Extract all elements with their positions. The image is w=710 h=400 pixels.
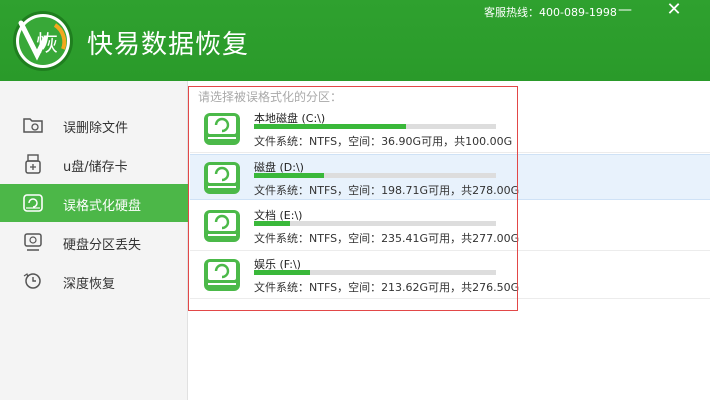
disk-partition-icon (24, 233, 42, 251)
close-button[interactable]: ✕ (661, 0, 687, 20)
title-bar: 恢 快易数据恢复 客服热线：400-089-1998 — ✕ (0, 0, 710, 81)
usage-bar (254, 124, 496, 129)
partition-item-c[interactable]: 本地磁盘 (C:\) 文件系统：NTFS，空间：36.90G可用，共100.00… (190, 106, 710, 152)
partition-item-f[interactable]: 娱乐 (F:\) 文件系统：NTFS，空间：213.62G可用，共276.50G (190, 252, 710, 298)
partition-info: 文件系统：NTFS，空间：198.71G可用，共278.00G (254, 184, 520, 197)
minimize-button[interactable]: — (612, 0, 638, 20)
sidebar-item-label: 硬盘分区丢失 (63, 238, 142, 253)
logo-char: 恢 (36, 32, 58, 57)
usage-bar-fill (254, 270, 310, 275)
hard-disk-icon (204, 162, 240, 194)
partition-item-d[interactable]: 磁盘 (D:\) 文件系统：NTFS，空间：198.71G可用，共278.00G (190, 154, 710, 200)
hard-disk-refresh-icon (23, 194, 43, 212)
divider (190, 152, 710, 153)
sidebar-item-formatted-disk[interactable]: 误格式化硬盘 (0, 184, 188, 222)
partition-info: 文件系统：NTFS，空间：235.41G可用，共277.00G (254, 232, 520, 245)
divider (190, 298, 710, 299)
sidebar-item-label: 误删除文件 (63, 121, 129, 136)
partition-info: 文件系统：NTFS，空间：36.90G可用，共100.00G (254, 135, 513, 148)
sidebar: 误删除文件 u盘/储存卡 误格式化硬盘 硬盘分区丢失 深度恢复 (0, 81, 188, 400)
app-title: 快易数据恢复 (87, 30, 250, 60)
partition-info: 文件系统：NTFS，空间：213.62G可用，共276.50G (254, 281, 520, 294)
usage-bar-fill (254, 173, 325, 178)
sidebar-item-label: 深度恢复 (63, 277, 116, 292)
sidebar-item-partition-lost[interactable]: 硬盘分区丢失 (0, 223, 188, 261)
hard-disk-icon (204, 210, 240, 242)
hard-disk-icon (204, 259, 240, 291)
app-logo-icon: 恢 (13, 11, 73, 71)
sidebar-item-usb[interactable]: u盘/储存卡 (0, 145, 188, 183)
hard-disk-icon (204, 113, 240, 145)
usb-drive-icon (25, 154, 41, 174)
divider (190, 250, 710, 251)
select-partition-prompt: 请选择被误格式化的分区： (198, 90, 343, 104)
sidebar-item-label: 误格式化硬盘 (63, 199, 142, 214)
usage-bar-fill (254, 221, 291, 226)
usage-bar (254, 221, 496, 226)
usage-bar-fill (254, 124, 407, 129)
usage-bar (254, 270, 496, 275)
sidebar-item-deleted-files[interactable]: 误删除文件 (0, 106, 188, 144)
partition-panel: 请选择被误格式化的分区： 本地磁盘 (C:\) 文件系统：NTFS，空间：36.… (188, 81, 710, 400)
deep-scan-clock-icon (23, 273, 41, 289)
sidebar-item-label: u盘/储存卡 (63, 160, 128, 175)
partition-item-e[interactable]: 文档 (E:\) 文件系统：NTFS，空间：235.41G可用，共277.00G (190, 203, 710, 249)
usage-bar (254, 173, 496, 178)
sidebar-item-deep-recovery[interactable]: 深度恢复 (0, 262, 188, 300)
folder-recycle-icon (23, 118, 43, 133)
hotline-text: 客服热线：400-089-1998 (484, 6, 617, 19)
